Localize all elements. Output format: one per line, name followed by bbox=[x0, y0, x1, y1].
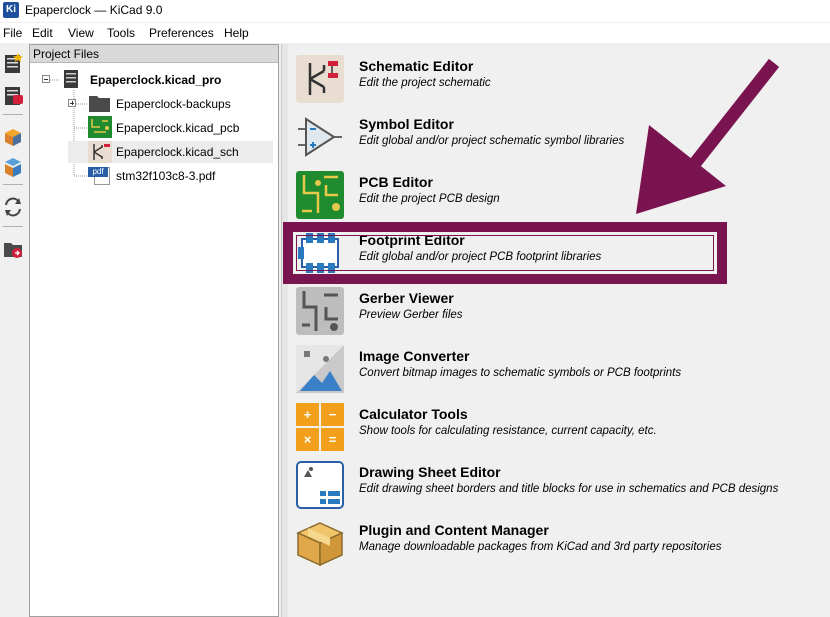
tree-label: Epaperclock.kicad_pcb bbox=[116, 121, 240, 135]
plugin-content-manager-button[interactable]: Plugin and Content Manager Manage downlo… bbox=[296, 516, 826, 568]
tree-label: Epaperclock-backups bbox=[116, 97, 231, 111]
tool-desc: Convert bitmap images to schematic symbo… bbox=[359, 367, 682, 379]
tool-name: Symbol Editor bbox=[359, 116, 454, 132]
gerber-viewer-button[interactable]: Gerber Viewer Preview Gerber files bbox=[296, 284, 826, 336]
menu-file[interactable]: File bbox=[3, 26, 22, 40]
left-toolbar bbox=[0, 44, 27, 617]
plugin-content-manager-icon bbox=[296, 522, 344, 567]
tree-item-pdf[interactable]: pdf stm32f103c8-3.pdf bbox=[68, 165, 273, 187]
panel-splitter[interactable] bbox=[281, 44, 288, 617]
annotation-highlight-box bbox=[283, 222, 727, 284]
tool-name: Plugin and Content Manager bbox=[359, 522, 549, 538]
tree-item-backups[interactable]: Epaperclock-backups bbox=[68, 93, 273, 115]
menu-view[interactable]: View bbox=[68, 26, 94, 40]
tree-label: Epaperclock.kicad_sch bbox=[116, 145, 239, 159]
schematic-editor-button[interactable]: Schematic Editor Edit the project schema… bbox=[296, 52, 826, 104]
archive-button[interactable] bbox=[2, 126, 24, 148]
schematic-file-icon bbox=[88, 141, 112, 163]
pcb-editor-button[interactable]: PCB Editor Edit the project PCB design bbox=[296, 168, 826, 220]
project-files-panel: Project Files Epaperclock.kicad_pro Epap… bbox=[29, 44, 279, 617]
tool-desc: Edit global and/or project schematic sym… bbox=[359, 135, 625, 147]
pcb-editor-icon bbox=[296, 171, 344, 219]
folder-icon bbox=[89, 96, 110, 112]
tool-name: Drawing Sheet Editor bbox=[359, 464, 501, 480]
refresh-icon bbox=[5, 197, 21, 217]
open-project-icon bbox=[5, 87, 23, 105]
drawing-sheet-editor-button[interactable]: Drawing Sheet Editor Edit drawing sheet … bbox=[296, 458, 826, 510]
image-converter-icon bbox=[296, 345, 344, 393]
kicad-app-icon: Ki bbox=[3, 2, 19, 18]
project-file-icon bbox=[64, 70, 78, 88]
calculator-tools-icon: + − × = bbox=[296, 403, 344, 451]
tool-name: Schematic Editor bbox=[359, 58, 474, 74]
unarchive-cube-icon bbox=[5, 158, 21, 177]
folder-open-icon bbox=[4, 243, 22, 258]
title-bar: Ki Epaperclock — KiCad 9.0 bbox=[0, 0, 830, 22]
tool-desc: Show tools for calculating resistance, c… bbox=[359, 425, 657, 437]
menu-preferences[interactable]: Preferences bbox=[149, 26, 214, 40]
tool-name: Image Converter bbox=[359, 348, 470, 364]
project-files-header: Project Files bbox=[30, 45, 278, 63]
tree-item-project[interactable]: Epaperclock.kicad_pro bbox=[42, 69, 272, 91]
schematic-editor-icon bbox=[296, 55, 344, 103]
tool-name: Calculator Tools bbox=[359, 406, 468, 422]
open-folder-button[interactable] bbox=[2, 238, 24, 260]
symbol-editor-button[interactable]: Symbol Editor Edit global and/or project… bbox=[296, 110, 826, 162]
launcher-panel: Schematic Editor Edit the project schema… bbox=[288, 44, 830, 617]
cube-icon bbox=[5, 129, 21, 146]
calculator-tools-button[interactable]: + − × = Calculator Tools Show tools for … bbox=[296, 400, 826, 452]
tree-item-pcb[interactable]: Epaperclock.kicad_pcb bbox=[68, 116, 273, 139]
tool-desc: Edit drawing sheet borders and title blo… bbox=[359, 483, 779, 495]
drawing-sheet-editor-icon bbox=[296, 461, 344, 509]
tool-name: Gerber Viewer bbox=[359, 290, 454, 306]
tool-desc: Manage downloadable packages from KiCad … bbox=[359, 541, 722, 553]
window-title: Epaperclock — KiCad 9.0 bbox=[25, 3, 163, 17]
refresh-button[interactable] bbox=[2, 196, 24, 218]
gerber-viewer-icon bbox=[296, 287, 344, 335]
pdf-file-icon: pdf bbox=[88, 165, 112, 185]
new-project-icon bbox=[5, 53, 23, 73]
menu-bar: File Edit View Tools Preferences Help bbox=[0, 23, 830, 43]
open-project-button[interactable] bbox=[2, 84, 24, 106]
symbol-editor-icon bbox=[298, 117, 342, 157]
tool-desc: Edit the project schematic bbox=[359, 77, 491, 89]
tool-desc: Preview Gerber files bbox=[359, 309, 463, 321]
unarchive-button[interactable] bbox=[2, 156, 24, 178]
project-files-title: Project Files bbox=[33, 47, 100, 61]
menu-help[interactable]: Help bbox=[224, 26, 249, 40]
tree-label: stm32f103c8-3.pdf bbox=[116, 169, 216, 183]
tool-name: PCB Editor bbox=[359, 174, 433, 190]
tool-desc: Edit the project PCB design bbox=[359, 193, 500, 205]
image-converter-button[interactable]: Image Converter Convert bitmap images to… bbox=[296, 342, 826, 394]
tree-item-schematic[interactable]: Epaperclock.kicad_sch bbox=[68, 141, 273, 163]
expand-toggle-icon[interactable] bbox=[68, 99, 76, 107]
pcb-file-icon bbox=[88, 116, 112, 138]
tree-label: Epaperclock.kicad_pro bbox=[90, 73, 222, 87]
collapse-toggle-icon[interactable] bbox=[42, 75, 50, 83]
menu-edit[interactable]: Edit bbox=[32, 26, 53, 40]
menu-tools[interactable]: Tools bbox=[107, 26, 135, 40]
new-project-button[interactable] bbox=[2, 52, 24, 74]
